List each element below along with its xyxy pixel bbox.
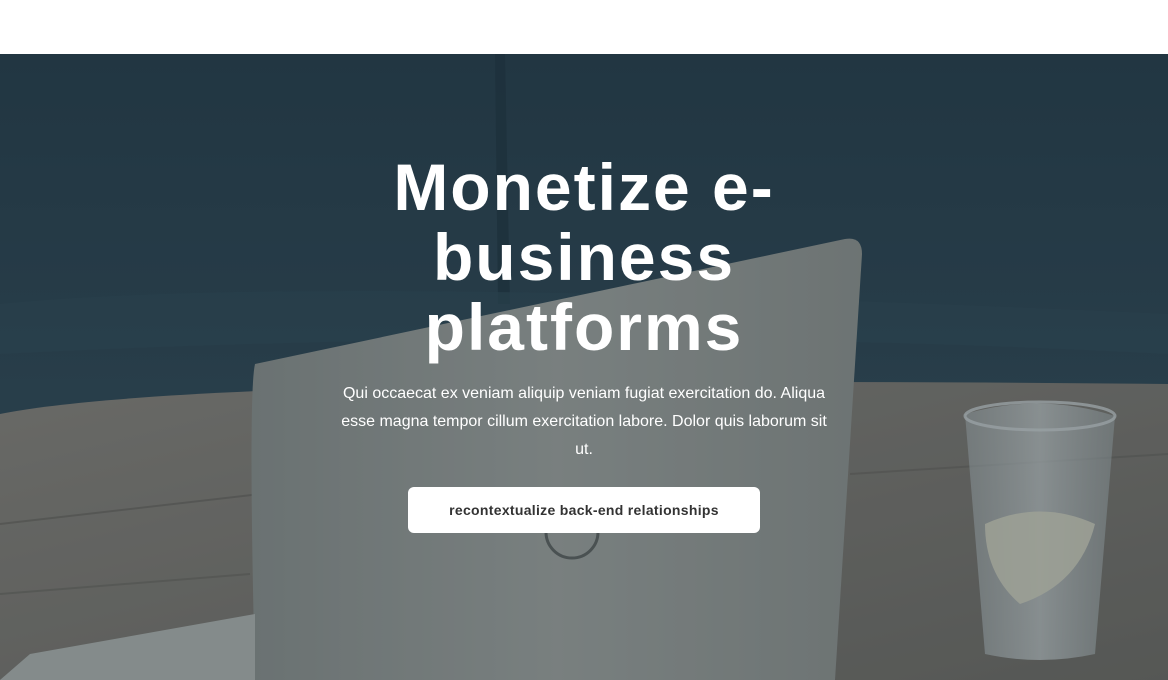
cta-button[interactable]: recontextualize back-end relationships bbox=[408, 487, 760, 533]
hero-section: Monetize e-business platforms Qui occaec… bbox=[0, 54, 1168, 680]
top-navbar bbox=[0, 0, 1168, 54]
hero-content: Monetize e-business platforms Qui occaec… bbox=[0, 54, 1168, 680]
hero-title: Monetize e-business platforms bbox=[393, 150, 775, 364]
hero-subtitle: Qui occaecat ex veniam aliquip veniam fu… bbox=[341, 385, 827, 458]
